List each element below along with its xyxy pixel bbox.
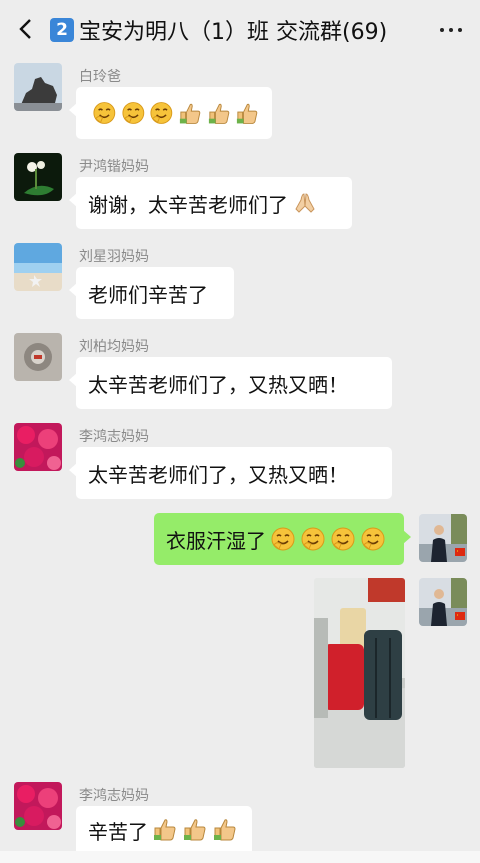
avatar[interactable]	[14, 782, 62, 830]
message-text: 太辛苦老师们了，又热又晒！	[88, 462, 348, 487]
avatar[interactable]	[14, 243, 62, 291]
message-text: 衣服汗湿了	[166, 528, 266, 553]
sender-name: 刘星羽妈妈	[79, 249, 149, 265]
grin-emoji-icon	[149, 100, 174, 126]
thumbs-up-emoji-icon	[212, 816, 238, 842]
grin-emoji-icon	[360, 526, 386, 552]
sender-name: 李鸿志妈妈	[79, 429, 149, 445]
avatar[interactable]	[419, 578, 467, 626]
ellipsis-icon[interactable]	[440, 28, 462, 32]
avatar[interactable]	[419, 514, 467, 562]
thumbs-up-emoji-icon	[152, 816, 178, 842]
avatar[interactable]	[14, 333, 62, 381]
avatar[interactable]	[14, 423, 62, 471]
grin-emoji-icon	[92, 100, 117, 126]
sender-name: 白玲爸	[79, 69, 121, 85]
input-bar[interactable]	[0, 851, 480, 863]
thumbs-up-emoji-icon	[207, 100, 232, 126]
message-text: 太辛苦老师们了，又热又晒！	[88, 372, 348, 397]
grin-emoji-icon	[270, 526, 296, 552]
message-text: 辛苦了	[88, 820, 148, 844]
message-bubble[interactable]: 衣服汗湿了	[154, 513, 411, 565]
thumbs-up-emoji-icon	[178, 100, 203, 126]
chat-header: 2 宝安为明八（1）班 交流群(69)	[0, 0, 480, 60]
message-bubble[interactable]: 太辛苦老师们了，又热又晒！	[69, 357, 392, 409]
title-number-badge: 2	[50, 18, 74, 42]
message-bubble[interactable]: 谢谢，太辛苦老师们了	[69, 177, 352, 229]
message-text: 谢谢，太辛苦老师们了	[88, 192, 288, 217]
chat-title-wrap: 2 宝安为明八（1）班 交流群(69)	[50, 12, 387, 48]
message-bubble[interactable]: 太辛苦老师们了，又热又晒！	[69, 447, 392, 499]
thumbs-up-emoji-icon	[235, 100, 260, 126]
grin-emoji-icon	[330, 526, 356, 552]
thumbs-up-emoji-icon	[182, 816, 208, 842]
sender-name: 刘柏均妈妈	[79, 339, 149, 355]
message-text: 老师们辛苦了	[88, 282, 208, 307]
grin-emoji-icon	[300, 526, 326, 552]
grin-emoji-icon	[121, 100, 146, 126]
luggage-photo[interactable]	[314, 578, 405, 768]
avatar[interactable]	[14, 153, 62, 201]
pray-emoji-icon	[292, 190, 318, 216]
sender-name: 李鸿志妈妈	[79, 788, 149, 804]
chevron-left-icon[interactable]	[12, 14, 42, 44]
message-bubble[interactable]	[69, 87, 272, 139]
message-bubble[interactable]: 老师们辛苦了	[69, 267, 234, 319]
avatar[interactable]	[14, 63, 62, 111]
sender-name: 尹鸿锴妈妈	[79, 159, 149, 175]
chat-title: 宝安为明八（1）班 交流群(69)	[79, 20, 388, 45]
